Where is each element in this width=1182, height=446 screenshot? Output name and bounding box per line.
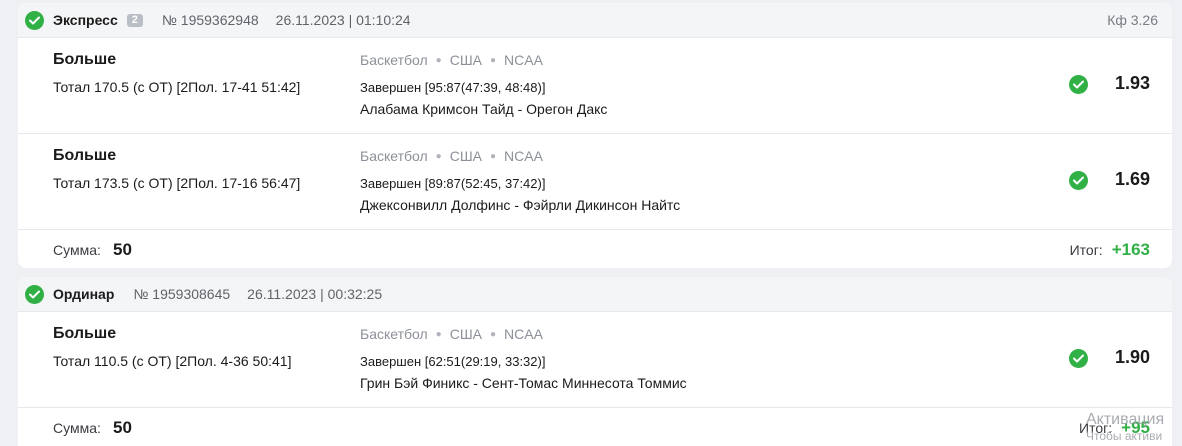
result-label: Итог:	[1069, 242, 1103, 258]
watermark-subtitle: Чтобы активи	[1086, 429, 1163, 443]
event-outcome: Тотал 173.5 (с ОТ) [2Пол. 17-16 56:47]	[53, 175, 301, 191]
bet-datetime: 26.11.2023 | 00:32:25	[247, 286, 383, 302]
sum-value: 50	[113, 240, 132, 259]
event-teams[interactable]: Грин Бэй Финикс - Сент-Томас Миннесота Т…	[360, 375, 687, 391]
sum-label: Сумма:	[53, 242, 101, 258]
bet-event: Больше Тотал 173.5 (с ОТ) [2Пол. 17-16 5…	[18, 133, 1172, 229]
separator-dot-icon: ●	[435, 54, 442, 66]
bet-footer: Сумма: 50 Итог: +95	[18, 407, 1172, 446]
separator-dot-icon: ●	[435, 150, 442, 162]
bet-type: Ординар	[53, 286, 115, 302]
event-odd: 1.69	[1114, 169, 1150, 189]
bet-datetime: 26.11.2023 | 01:10:24	[275, 12, 411, 28]
event-odd: 1.93	[1114, 73, 1150, 93]
bet-event: Больше Тотал 170.5 (с ОТ) [2Пол. 17-41 5…	[18, 37, 1172, 133]
watermark-title: Активация	[1086, 411, 1165, 428]
bet-header: Ординар № 1959308645 26.11.2023 | 00:32:…	[18, 277, 1172, 311]
event-sport[interactable]: Баскетбол	[360, 326, 428, 342]
event-sport[interactable]: Баскетбол	[360, 148, 428, 164]
event-status: Завершен [62:51(29:19, 33:32)]	[360, 354, 546, 369]
check-circle-icon	[1069, 75, 1088, 94]
event-market: Больше	[53, 51, 117, 68]
separator-dot-icon: ●	[489, 54, 497, 66]
event-status: Завершен [89:87(52:45, 37:42)]	[360, 176, 546, 191]
event-teams[interactable]: Алабама Кримсон Тайд - Орегон Дакс	[360, 101, 607, 117]
event-league[interactable]: NCAA	[504, 52, 543, 68]
event-teams[interactable]: Джексонвилл Долфинс - Фэйрли Дикинсон На…	[360, 197, 680, 213]
event-league[interactable]: NCAA	[504, 148, 543, 164]
event-country[interactable]: США	[450, 148, 482, 164]
bet-number: № 1959362948	[161, 12, 259, 28]
event-sport[interactable]: Баскетбол	[360, 52, 428, 68]
bet-card-express: Экспресс 2 № 1959362948 26.11.2023 | 01:…	[18, 3, 1172, 268]
separator-dot-icon: ●	[435, 328, 442, 340]
event-market: Больше	[53, 147, 117, 164]
bet-number: № 1959308645	[133, 286, 231, 302]
event-country[interactable]: США	[450, 52, 482, 68]
event-breadcrumb: Баскетбол ● США ● NCAA	[360, 148, 543, 164]
result: Итог: +163	[1070, 240, 1150, 260]
event-breadcrumb: Баскетбол ● США ● NCAA	[360, 52, 543, 68]
separator-dot-icon: ●	[489, 328, 497, 340]
bet-type: Экспресс	[53, 12, 118, 28]
activation-watermark: Активация Чтобы активи	[1086, 411, 1164, 445]
event-league[interactable]: NCAA	[504, 326, 543, 342]
event-market: Больше	[53, 325, 117, 342]
sum-label: Сумма:	[53, 420, 101, 436]
result-value: +163	[1111, 240, 1150, 259]
event-outcome: Тотал 110.5 (с ОТ) [2Пол. 4-36 50:41]	[53, 353, 292, 369]
event-breadcrumb: Баскетбол ● США ● NCAA	[360, 326, 543, 342]
check-circle-icon	[1069, 349, 1088, 368]
bet-event: Больше Тотал 110.5 (с ОТ) [2Пол. 4-36 50…	[18, 311, 1172, 407]
bet-card-single: Ординар № 1959308645 26.11.2023 | 00:32:…	[18, 277, 1172, 446]
check-circle-icon	[25, 10, 44, 30]
event-status: Завершен [95:87(47:39, 48:48)]	[360, 80, 546, 95]
event-outcome: Тотал 170.5 (с ОТ) [2Пол. 17-41 51:42]	[53, 79, 301, 95]
bet-header: Экспресс 2 № 1959362948 26.11.2023 | 01:…	[18, 3, 1172, 37]
event-odd: 1.90	[1114, 347, 1150, 367]
bet-footer: Сумма: 50 Итог: +163	[18, 229, 1172, 268]
check-circle-icon	[25, 284, 44, 304]
event-country[interactable]: США	[450, 326, 482, 342]
sum-value: 50	[113, 418, 132, 437]
bet-total-odds: Кф 3.26	[1107, 12, 1158, 28]
events-count-badge: 2	[126, 13, 143, 27]
separator-dot-icon: ●	[489, 150, 497, 162]
check-circle-icon	[1069, 171, 1088, 190]
